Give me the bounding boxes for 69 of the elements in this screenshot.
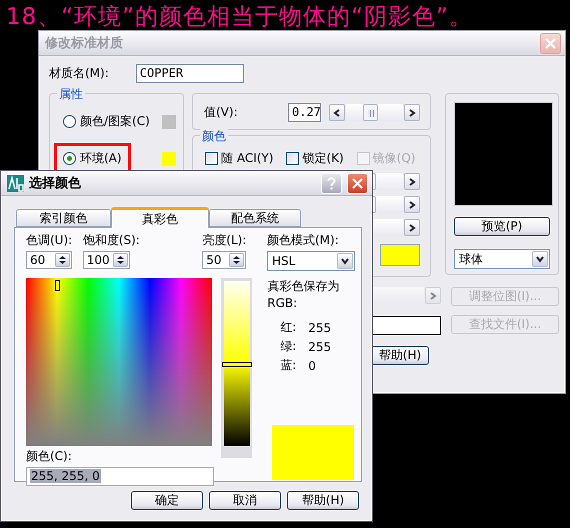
rgb-caption: 真彩色保存为	[267, 278, 340, 295]
number-spinner[interactable]: 100	[82, 251, 130, 269]
dialog-button[interactable]: 确定	[131, 491, 203, 510]
spin-arrows-icon	[232, 255, 242, 265]
chevron-down-icon	[341, 257, 349, 265]
spinner-label: 色调(U):	[26, 232, 74, 249]
slider-thumb[interactable]	[362, 104, 378, 121]
spectrum-marker[interactable]	[55, 280, 60, 291]
help-button[interactable]: 帮助(H)	[371, 346, 429, 365]
rgb-label: 红:	[280, 319, 298, 336]
color-label: 颜色(C):	[26, 448, 73, 465]
chevron-down-icon	[536, 255, 544, 263]
window-title: 修改标准材质	[45, 35, 123, 52]
tutorial-caption: 18、“环境”的颜色相当于物体的“阴影色”。	[6, 3, 473, 32]
tab[interactable]: 索引颜色	[16, 209, 111, 227]
spin-button[interactable]	[55, 253, 70, 267]
value-label: 值(V):	[204, 104, 239, 121]
slider-right-button[interactable]	[404, 219, 420, 236]
luminance-slider[interactable]	[221, 278, 252, 458]
radio-button[interactable]	[63, 152, 76, 165]
app-logo-icon	[7, 174, 24, 192]
rgb-label: 绿:	[280, 338, 298, 355]
checkbox[interactable]	[205, 152, 218, 165]
question-mark-icon	[327, 176, 336, 190]
spin-arrows-icon	[116, 255, 125, 265]
radio-option[interactable]: 颜色/图案(C)	[54, 106, 159, 137]
checkbox-option[interactable]: 随 ACI(Y)	[205, 150, 274, 167]
tab[interactable]: 配色系统	[209, 209, 301, 227]
spin-button[interactable]	[112, 253, 128, 267]
spin-arrows-icon	[58, 255, 67, 265]
number-spinner[interactable]: 50	[202, 251, 246, 269]
close-icon	[352, 178, 363, 188]
number-spinner[interactable]: 60	[26, 251, 72, 269]
checkbox[interactable]	[286, 152, 300, 165]
slider-right-button[interactable]	[404, 173, 420, 190]
color-swatch	[380, 244, 420, 266]
slider-right-button[interactable]	[404, 196, 420, 213]
name-label: 材质名(M):	[49, 65, 109, 82]
luminance-marker[interactable]	[222, 362, 252, 366]
rgb-caption: RGB:	[267, 296, 298, 310]
slider-right-button[interactable]	[404, 104, 420, 121]
preview-button[interactable]: 预览(P)	[454, 217, 550, 236]
checkbox-option[interactable]: 锁定(K)	[286, 150, 344, 167]
radio-button[interactable]	[63, 115, 76, 128]
color-input[interactable]: 255, 255, 0	[26, 467, 214, 486]
shape-select[interactable]: 球体	[454, 249, 550, 269]
dialog-button[interactable]: 取消	[209, 491, 281, 510]
rgb-value: 255	[308, 320, 332, 334]
rgb-label: 蓝:	[280, 357, 298, 374]
dropdown-button[interactable]	[337, 253, 353, 269]
tab[interactable]: 真彩色	[111, 207, 209, 228]
name-input[interactable]: COPPER	[136, 64, 244, 83]
dropdown-button[interactable]	[532, 251, 548, 267]
rgb-value: 255	[308, 340, 332, 354]
color-model-label: 颜色模式(M):	[267, 232, 340, 249]
close-icon	[545, 38, 556, 48]
spin-button[interactable]	[229, 253, 244, 267]
rgb-value: 0	[308, 358, 316, 372]
color-spectrum[interactable]	[26, 278, 212, 446]
group-title: 颜色	[200, 128, 228, 145]
spinner-label: 饱和度(S):	[82, 232, 141, 249]
slider-left-button[interactable]	[329, 104, 345, 121]
window-title: 选择颜色	[29, 174, 81, 192]
value-input[interactable]: 0.27	[288, 103, 321, 122]
spinner-label: 亮度(L):	[202, 232, 248, 249]
dialog-button[interactable]: 帮助(H)	[287, 491, 359, 510]
color-model-select[interactable]: HSL	[267, 251, 355, 271]
luminance-bar[interactable]	[224, 281, 250, 446]
group-title: 属性	[57, 86, 85, 103]
